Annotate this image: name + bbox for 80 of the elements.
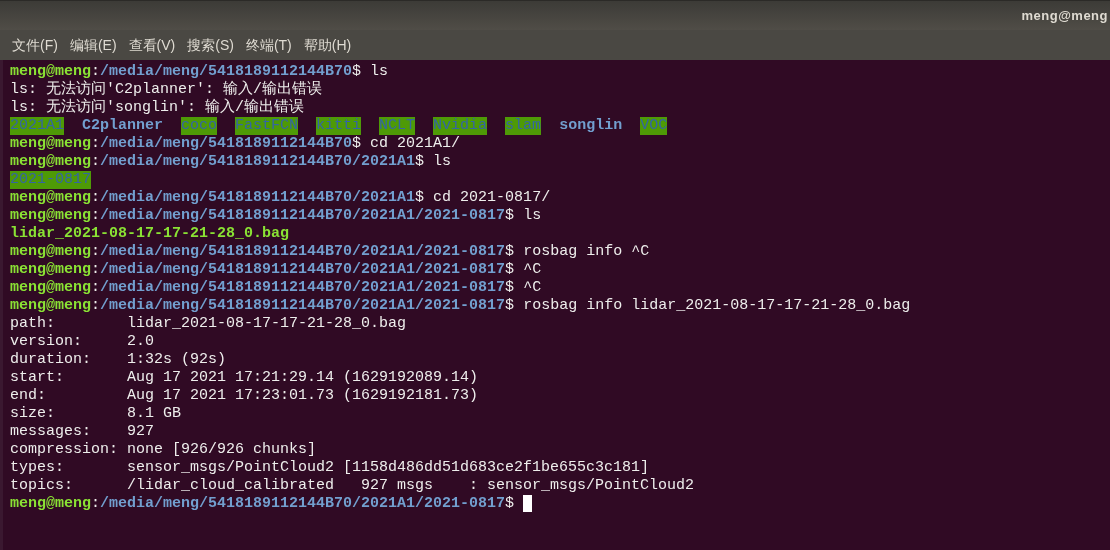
prompt-symbol: $ bbox=[352, 63, 362, 81]
prompt-path: /media/meng/5418189112144B70 bbox=[100, 63, 353, 80]
output-line: types: sensor_msgs/PointCloud2 [1158d486dd51d683ce2f1be655c3c181] bbox=[10, 459, 650, 477]
prompt-path: /media/meng/5418189112144B70/2021A1/2021-0817 bbox=[100, 261, 506, 279]
output-line: messages: 927 bbox=[10, 423, 155, 441]
prompt-path: /media/meng/5418189112144B70/2021A1 bbox=[100, 189, 416, 207]
prompt-symbol: $ bbox=[505, 207, 515, 225]
prompt-user: meng@meng bbox=[10, 279, 91, 297]
prompt-separator: : bbox=[91, 243, 101, 261]
prompt-path: /media/meng/5418189112144B70/2021A1/2021-0817 bbox=[100, 243, 506, 261]
prompt-separator: : bbox=[91, 495, 101, 513]
menu-item[interactable]: 文件(F) bbox=[12, 34, 58, 56]
output-line: path: lidar_2021-08-17-17-21-28_0.bag bbox=[10, 315, 407, 333]
prompt-separator: : bbox=[91, 261, 101, 279]
prompt-symbol: $ bbox=[505, 243, 515, 261]
output-line: size: 8.1 GB bbox=[10, 405, 182, 423]
command-text: cd 2021-0817/ bbox=[433, 189, 551, 207]
prompt-symbol: $ bbox=[415, 189, 425, 207]
command-text: ls bbox=[433, 153, 452, 171]
directory-name: C2planner bbox=[82, 117, 164, 135]
output-line: version: 2.0 bbox=[10, 333, 155, 351]
prompt-symbol: $ bbox=[505, 261, 515, 279]
command-text: ls bbox=[523, 207, 542, 225]
prompt-user: meng@meng bbox=[10, 153, 91, 171]
command-text: ^C bbox=[523, 261, 542, 279]
prompt-separator: : bbox=[91, 297, 101, 315]
prompt-symbol: $ bbox=[352, 135, 362, 153]
directory-name: kitti bbox=[316, 117, 362, 135]
prompt-path: /media/meng/5418189112144B70 bbox=[100, 135, 353, 153]
prompt-user: meng@meng bbox=[10, 63, 91, 80]
directory-name: songlin bbox=[559, 117, 623, 135]
menu-item[interactable]: 搜索(S) bbox=[187, 34, 234, 56]
output-line: end: Aug 17 2021 17:23:01.73 (1629192181.73) bbox=[10, 387, 479, 405]
output-line: ls: 无法访问'songlin': 输入/输出错误 bbox=[10, 99, 305, 117]
file-name: lidar_2021-08-17-17-21-28_0.bag bbox=[10, 225, 290, 243]
output-line: compression: none [926/926 chunks] bbox=[10, 441, 317, 459]
prompt-path: /media/meng/5418189112144B70/2021A1/2021-0817 bbox=[100, 279, 506, 297]
prompt-user: meng@meng bbox=[10, 495, 91, 513]
window-title: meng@meng bbox=[1021, 6, 1108, 25]
command-text: ^C bbox=[523, 279, 542, 297]
output-line: duration: 1:32s (92s) bbox=[10, 351, 227, 369]
output-line: topics: /lidar_cloud_calibrated 927 msgs : sensor_msgs/PointCloud2 bbox=[10, 477, 695, 495]
directory-name: NCLT bbox=[379, 117, 416, 135]
output-line: ls: 无法访问'C2planner': 输入/输出错误 bbox=[10, 81, 323, 98]
prompt-path: /media/meng/5418189112144B70/2021A1 bbox=[100, 153, 416, 171]
prompt-separator: : bbox=[91, 135, 101, 153]
command-text: rosbag info lidar_2021-08-17-17-21-28_0.bag bbox=[523, 297, 911, 315]
command-text: rosbag info ^C bbox=[523, 243, 650, 261]
directory-name: 2021A1 bbox=[10, 117, 64, 135]
prompt-user: meng@meng bbox=[10, 189, 91, 207]
prompt-user: meng@meng bbox=[10, 207, 91, 225]
prompt-separator: : bbox=[91, 207, 101, 225]
directory-name: coco bbox=[181, 117, 218, 135]
directory-name: Nvidia bbox=[433, 117, 488, 135]
directory-name: FastFCN bbox=[235, 117, 299, 135]
prompt-separator: : bbox=[91, 189, 101, 207]
command-text: cd 2021A1/ bbox=[370, 135, 461, 153]
menu-item[interactable]: 帮助(H) bbox=[303, 34, 352, 56]
prompt-separator: : bbox=[91, 63, 101, 81]
menu-item[interactable]: 编辑(E) bbox=[69, 34, 117, 56]
prompt-user: meng@meng bbox=[10, 243, 91, 261]
prompt-path: /media/meng/5418189112144B70/2021A1/2021-0817 bbox=[100, 297, 506, 315]
prompt-separator: : bbox=[91, 153, 101, 171]
prompt-symbol: $ bbox=[505, 279, 515, 297]
prompt-symbol: $ bbox=[505, 495, 515, 513]
prompt-symbol: $ bbox=[505, 297, 515, 315]
prompt-path: /media/meng/5418189112144B70/2021A1/2021-0817 bbox=[100, 207, 506, 225]
prompt-path: /media/meng/5418189112144B70/2021A1/2021-0817 bbox=[100, 495, 506, 513]
menu-item[interactable]: 终端(T) bbox=[245, 34, 292, 56]
prompt-user: meng@meng bbox=[10, 297, 91, 315]
command-text: ls bbox=[370, 63, 389, 81]
directory-name: VOC bbox=[640, 117, 668, 135]
prompt-user: meng@meng bbox=[10, 135, 91, 153]
prompt-user: meng@meng bbox=[10, 261, 91, 279]
menu-item[interactable]: 查看(V) bbox=[128, 34, 176, 56]
prompt-symbol: $ bbox=[415, 153, 425, 171]
prompt-separator: : bbox=[91, 279, 101, 297]
directory-name: slam bbox=[505, 117, 542, 135]
output-line: start: Aug 17 2021 17:21:29.14 (1629192089.14) bbox=[10, 369, 479, 387]
directory-name: 2021-0817 bbox=[10, 171, 91, 189]
